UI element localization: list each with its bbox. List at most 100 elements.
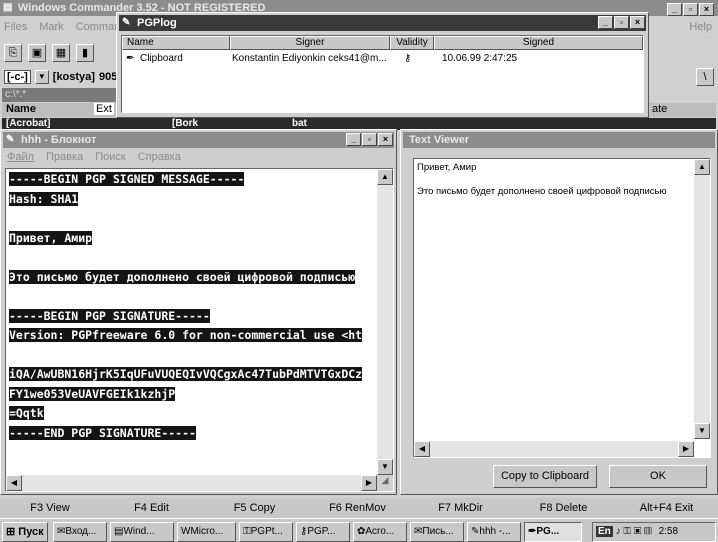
task-label: Micro...	[190, 526, 224, 537]
viewer-line: Привет, Амир	[417, 162, 477, 173]
taskbar-item[interactable]: ▤Wind...	[110, 522, 174, 542]
lock-icon[interactable]: ⚿	[623, 526, 631, 537]
row-name: Clipboard	[140, 53, 183, 64]
col-signed[interactable]: Signed	[434, 36, 643, 50]
notepad-menubar: Файл Правка Поиск Справка	[7, 151, 181, 163]
pgplog-close-button[interactable]: ×	[630, 16, 645, 29]
wc-drive-row: [-c-] ▼ [kostya] 905	[4, 70, 117, 84]
f8-delete-button[interactable]: F8 Delete	[512, 498, 615, 518]
notepad-menu-file[interactable]: Файл	[7, 151, 34, 163]
wc-menu-files[interactable]: Files	[4, 21, 27, 37]
f5-copy-button[interactable]: F5 Copy	[203, 498, 306, 518]
pgplog-minimize-button[interactable]: _	[598, 16, 613, 29]
wc-right-drive-button[interactable]: \	[696, 68, 714, 86]
start-button[interactable]: ⊞ Пуск	[2, 522, 48, 542]
notepad-titlebar[interactable]: ✎ hhh - Блокнот	[3, 132, 394, 148]
pgplog-row[interactable]: ✒ Clipboard Konstantin Ediyonkin ceks41@…	[122, 52, 643, 66]
scroll-right-icon[interactable]: ▶	[361, 475, 377, 491]
wc-menubar: Files Mark Commands	[4, 21, 132, 37]
pgplog-titlebar[interactable]: ✎ PGPlog	[119, 15, 646, 31]
viewer-line	[417, 174, 687, 186]
f7-mkdir-button[interactable]: F7 MkDir	[409, 498, 512, 518]
taskbar-item[interactable]: ✿Acro...	[353, 522, 407, 542]
f3-view-button[interactable]: F3 View	[0, 498, 100, 518]
grid-icon[interactable]: ▦	[52, 44, 70, 62]
language-indicator[interactable]: En	[596, 526, 613, 537]
scroll-right-icon[interactable]: ▶	[678, 441, 694, 457]
drive-dropdown-icon[interactable]: ▼	[34, 70, 49, 84]
col-date-header[interactable]: ate	[652, 103, 667, 115]
drive-selector[interactable]: [-c-]	[4, 70, 31, 84]
notepad-line: -----BEGIN PGP SIGNED MESSAGE-----	[9, 172, 245, 186]
notepad-hscrollbar[interactable]: ◀ ▶	[6, 475, 377, 491]
pgplog-maximize-button[interactable]: ▫	[614, 16, 629, 29]
tray-app-icon[interactable]: ▥	[644, 526, 652, 537]
scroll-left-icon[interactable]: ◀	[6, 475, 22, 491]
copy-to-clipboard-button[interactable]: Copy to Clipboard	[493, 465, 597, 488]
viewer-hscrollbar[interactable]: ◀ ▶	[414, 441, 694, 457]
alt-f4-exit-button[interactable]: Alt+F4 Exit	[615, 498, 718, 518]
col-name-header[interactable]: Name	[6, 103, 36, 115]
wc-menu-mark[interactable]: Mark	[39, 21, 63, 37]
row-signed: 10.06.99 2:47:25	[442, 53, 518, 64]
notepad-menu-search[interactable]: Поиск	[95, 151, 125, 163]
wc-close-button[interactable]: ×	[699, 3, 714, 16]
taskbar-item[interactable]: ⚷PGP...	[296, 522, 350, 542]
windows-logo-icon: ⊞	[6, 526, 16, 538]
tool-icon[interactable]: ▮	[76, 44, 94, 62]
notepad-close-button[interactable]: ×	[378, 133, 393, 146]
viewer-text-area[interactable]: Привет, Амир Это письмо будет дополнено …	[413, 158, 711, 458]
notepad-icon: ✎	[6, 134, 15, 145]
open-icon[interactable]: ▣	[28, 44, 46, 62]
new-icon[interactable]: ⎘	[4, 44, 22, 62]
notepad-menu-edit[interactable]: Правка	[46, 151, 83, 163]
scroll-left-icon[interactable]: ◀	[414, 441, 430, 457]
f6-renmov-button[interactable]: F6 RenMov	[306, 498, 409, 518]
notepad-menu-help[interactable]: Справка	[138, 151, 181, 163]
taskbar-item-active[interactable]: ✒PG...	[524, 522, 582, 542]
scroll-up-icon[interactable]: ▲	[694, 159, 710, 175]
taskbar-item[interactable]: ⚿PGPt...	[239, 522, 293, 542]
notepad-window: ✎ hhh - Блокнот _ ▫ × Файл Правка Поиск …	[0, 129, 397, 495]
network-icon[interactable]: ▣	[634, 526, 642, 537]
viewer-titlebar[interactable]: Text Viewer	[403, 132, 715, 148]
wc-minimize-button[interactable]: _	[667, 3, 682, 16]
pgp-log-icon: ✎	[122, 17, 131, 28]
task-label: PGPt...	[250, 526, 283, 537]
notepad-line: -----END PGP SIGNATURE-----	[9, 425, 196, 440]
taskbar-item[interactable]: ✉Пись...	[410, 522, 464, 542]
speaker-icon[interactable]: ♪	[616, 526, 621, 537]
col-ext-header[interactable]: Ext	[94, 103, 114, 115]
notepad-text-area[interactable]: -----BEGIN PGP SIGNED MESSAGE----- Hash:…	[5, 168, 394, 492]
scroll-up-icon[interactable]: ▲	[377, 169, 393, 185]
viewer-vscrollbar[interactable]: ▲ ▼	[694, 159, 710, 439]
volume-label: [kostya]	[52, 71, 95, 83]
wc-menu-help[interactable]: Help	[689, 21, 712, 33]
notepad-minimize-button[interactable]: _	[346, 133, 361, 146]
scroll-down-icon[interactable]: ▼	[377, 459, 393, 475]
task-label: PG...	[536, 526, 560, 537]
notepad-line: iQA/AwUBN16HjrK5IqUFuVUQEQIvVQCgxAc47Tub…	[9, 367, 363, 381]
ok-button[interactable]: OK	[609, 465, 707, 488]
pgplog-header: Name Signer Validity Signed	[122, 36, 643, 50]
taskbar-item[interactable]: WMicro...	[177, 522, 236, 542]
col-name[interactable]: Name	[122, 36, 230, 50]
notepad-line: Это письмо будет дополнено своей цифрово…	[9, 269, 356, 284]
notepad-maximize-button[interactable]: ▫	[362, 133, 377, 146]
notepad-vscrollbar[interactable]: ▲ ▼	[377, 169, 393, 475]
ok-button-label: OK	[650, 470, 666, 482]
clock: 2:58	[658, 526, 679, 537]
col-signer[interactable]: Signer	[230, 36, 390, 50]
viewer-line: Это письмо будет дополнено своей цифрово…	[417, 186, 667, 197]
f4-edit-button[interactable]: F4 Edit	[100, 498, 203, 518]
col-validity[interactable]: Validity	[390, 36, 434, 50]
taskbar: ⊞ Пуск ✉Вход... ▤Wind... WMicro... ⚿PGPt…	[0, 518, 718, 542]
size-grip-icon[interactable]: ◢	[377, 475, 393, 491]
taskbar-item[interactable]: ✉Вход...	[53, 522, 107, 542]
text-viewer-window: Text Viewer Привет, Амир Это письмо буде…	[400, 129, 718, 495]
system-tray: En ♪ ⚿ ▣ ▥ 2:58	[592, 522, 716, 542]
wc-maximize-button[interactable]: ▫	[683, 3, 698, 16]
scroll-down-icon[interactable]: ▼	[694, 423, 710, 439]
taskbar-item[interactable]: ✎hhh -...	[467, 522, 521, 542]
pgplog-window-buttons: _ ▫ ×	[598, 16, 645, 29]
